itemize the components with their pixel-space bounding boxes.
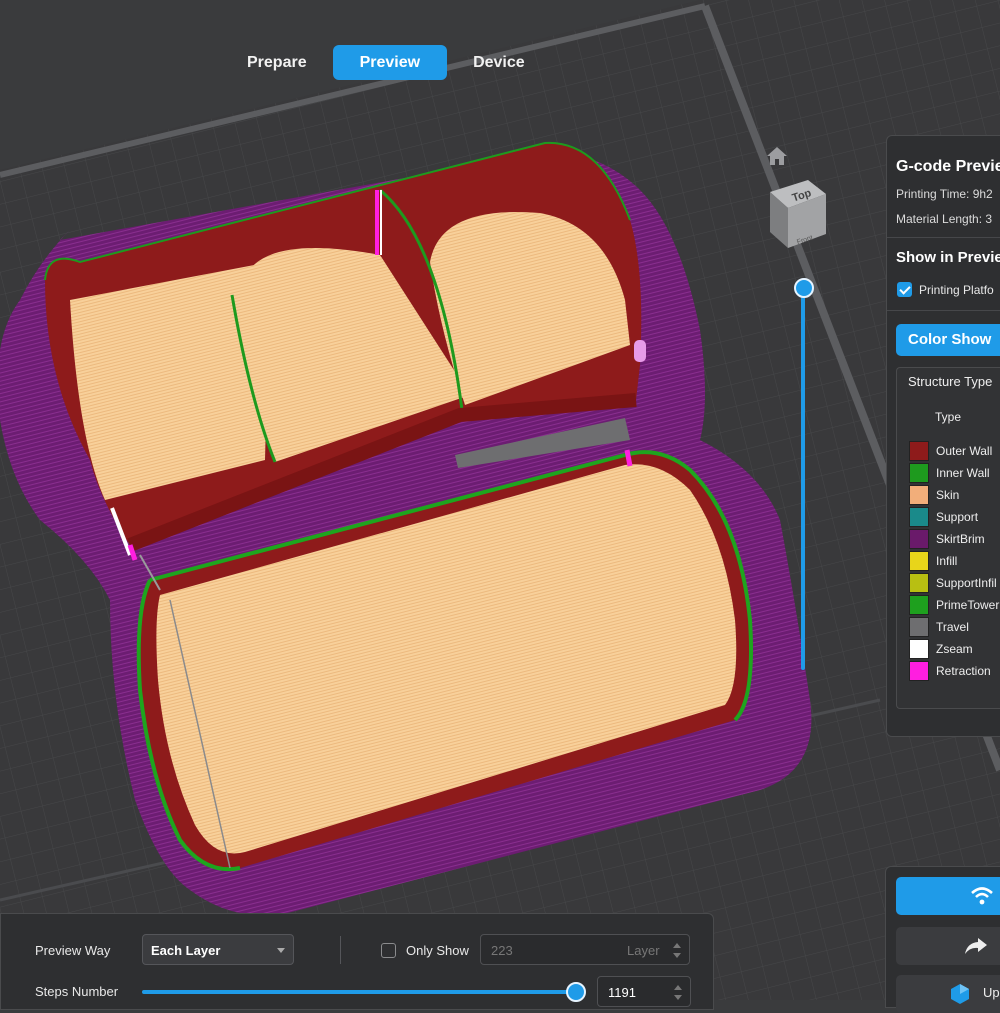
- upload-label: Uplo: [983, 985, 1000, 1000]
- stepper-up-icon[interactable]: [673, 943, 681, 948]
- legend-item: Inner Wall: [909, 463, 990, 483]
- legend-item: Travel: [909, 617, 969, 637]
- legend-label: Infill: [936, 554, 958, 568]
- legend-swatch: [909, 639, 929, 659]
- preview-way-value: Each Layer: [151, 943, 221, 958]
- divider: [887, 237, 1000, 238]
- stepper-up-icon[interactable]: [674, 985, 682, 990]
- steps-number-label: Steps Number: [35, 984, 119, 999]
- legend-item: Infill: [909, 551, 957, 571]
- legend-swatch: [909, 507, 929, 527]
- wifi-icon: [971, 887, 993, 905]
- preview-controls-panel: Preview Way Each Layer Only Show 223 Lay…: [0, 913, 714, 1010]
- wifi-send-button[interactable]: [896, 877, 1000, 915]
- legend-swatch: [909, 529, 929, 549]
- legend-swatch: [909, 595, 929, 615]
- layer-unit: Layer: [627, 943, 660, 958]
- tab-device[interactable]: Device: [451, 45, 547, 80]
- view-cube[interactable]: Top Front: [768, 180, 828, 250]
- legend-label: Outer Wall: [936, 444, 993, 458]
- color-show-button[interactable]: Color Show: [896, 324, 1000, 356]
- chevron-down-icon: [277, 948, 285, 953]
- legend-item: Skin: [909, 485, 959, 505]
- material-length: Material Length: 3: [896, 212, 993, 226]
- preview-way-label: Preview Way: [35, 943, 111, 958]
- legend-label: Travel: [936, 620, 969, 634]
- layer-slider-handle[interactable]: [794, 278, 814, 298]
- print-viewport[interactable]: [0, 0, 1000, 1000]
- legend-swatch: [909, 573, 929, 593]
- legend-label: Zseam: [936, 642, 973, 656]
- stepper-down-icon[interactable]: [674, 995, 682, 1000]
- legend-item: Outer Wall: [909, 441, 992, 461]
- stepper-down-icon[interactable]: [673, 953, 681, 958]
- steps-number-input[interactable]: 1191: [597, 976, 691, 1007]
- share-icon: [965, 938, 987, 954]
- printing-time: Printing Time: 9h2: [896, 187, 993, 201]
- legend-label: Skin: [936, 488, 960, 502]
- legend-label: Retraction: [936, 664, 991, 678]
- layer-slider-track[interactable]: [801, 287, 805, 670]
- legend-item: SkirtBrim: [909, 529, 985, 549]
- legend-item: PrimeTower: [909, 595, 999, 615]
- home-icon[interactable]: [766, 146, 788, 166]
- tab-prepare[interactable]: Prepare: [225, 45, 329, 80]
- legend-swatch: [909, 617, 929, 637]
- mode-tabs: Prepare Preview Device: [225, 45, 551, 80]
- legend-swatch: [909, 463, 929, 483]
- preview-way-select[interactable]: Each Layer: [142, 934, 294, 965]
- legend-swatch: [909, 485, 929, 505]
- structure-type-legend: Structure Type Type Outer Wall Inner Wall…: [896, 367, 1000, 709]
- legend-label: Inner Wall: [936, 466, 990, 480]
- legend-item: Retraction: [909, 661, 991, 681]
- layer-input-value: 223: [491, 943, 513, 958]
- cloud-upload-icon: [951, 984, 969, 1004]
- legend-item: Support: [909, 507, 978, 527]
- legend-swatch: [909, 661, 929, 681]
- action-panel: Uplo: [885, 866, 1000, 1013]
- steps-slider-handle[interactable]: [566, 982, 586, 1002]
- export-button[interactable]: [896, 927, 1000, 965]
- show-in-preview-heading: Show in Previe: [896, 249, 1000, 266]
- legend-label: PrimeTower: [936, 598, 1000, 612]
- legend-label: SkirtBrim: [936, 532, 985, 546]
- printing-platform-label: Printing Platfo: [919, 283, 994, 297]
- panel-title: G-code Previe: [896, 158, 1000, 175]
- legend-item: SupportInfil: [909, 573, 997, 593]
- divider: [340, 936, 341, 964]
- legend-swatch: [909, 551, 929, 571]
- divider: [887, 310, 1000, 311]
- layer-input[interactable]: 223 Layer: [480, 934, 690, 965]
- steps-slider-track[interactable]: [142, 990, 576, 994]
- printing-platform-checkbox[interactable]: [897, 282, 912, 297]
- upload-button[interactable]: Uplo: [896, 975, 1000, 1013]
- type-header: Type: [935, 410, 962, 424]
- legend-label: Support: [936, 510, 979, 524]
- legend-label: SupportInfil: [936, 576, 997, 590]
- only-show-checkbox[interactable]: [381, 943, 396, 958]
- tab-preview[interactable]: Preview: [332, 45, 448, 80]
- steps-number-value: 1191: [608, 985, 636, 1000]
- only-show-label: Only Show: [406, 943, 469, 958]
- legend-item: Zseam: [909, 639, 973, 659]
- legend-swatch: [909, 441, 929, 461]
- gcode-preview-panel: G-code Previe Printing Time: 9h2 Materia…: [886, 135, 1000, 737]
- structure-type-label: Structure Type: [908, 374, 993, 389]
